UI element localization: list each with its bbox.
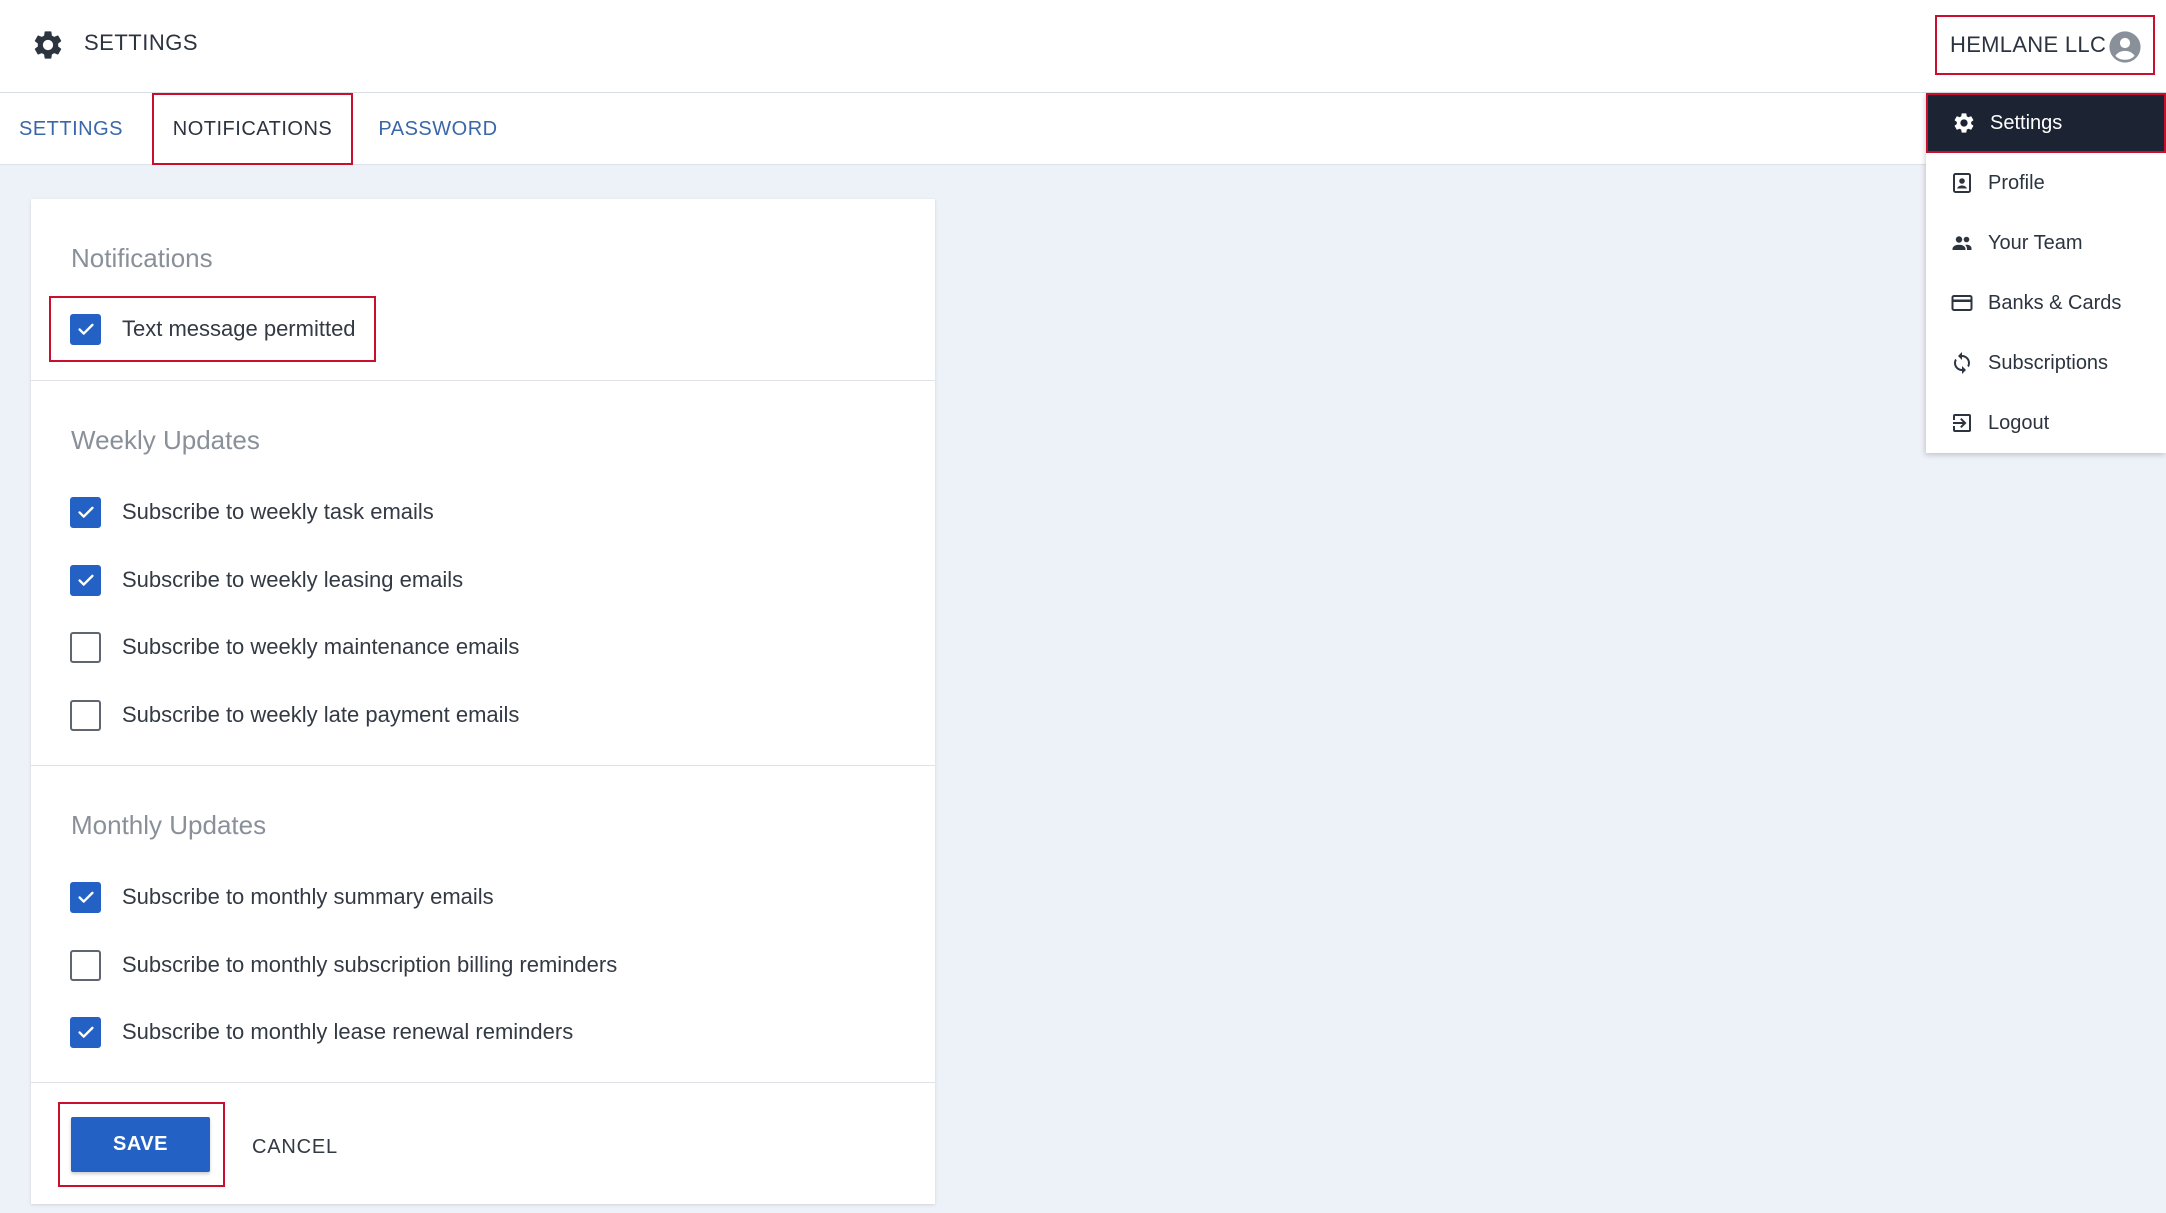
- menu-item-label: Profile: [1988, 171, 2045, 194]
- checkbox[interactable]: [70, 949, 101, 981]
- checkbox-label: Subscribe to monthly summary emails: [122, 884, 494, 909]
- checkbox-row-weekly-maintenance[interactable]: Subscribe to weekly maintenance emails: [70, 627, 519, 667]
- divider: [31, 380, 935, 381]
- account-dropdown-menu: Settings Profile Your Team Banks & Cards…: [1926, 93, 2166, 453]
- menu-item-label: Banks & Cards: [1988, 291, 2122, 314]
- checkbox-label: Subscribe to weekly leasing emails: [122, 567, 464, 592]
- checkbox-label: Subscribe to monthly subscription billin…: [122, 952, 618, 977]
- menu-item-subscriptions[interactable]: Subscriptions: [1926, 333, 2166, 393]
- checkbox[interactable]: [70, 313, 101, 345]
- check-icon: [77, 574, 94, 586]
- tab-notifications[interactable]: NOTIFICATIONS: [152, 93, 353, 165]
- section-title-weekly: Weekly Updates: [71, 425, 260, 455]
- checkbox[interactable]: [70, 496, 101, 528]
- check-icon: [77, 506, 94, 518]
- checkbox-label: Subscribe to monthly lease renewal remin…: [122, 1019, 574, 1044]
- profile-icon: [1953, 173, 1971, 193]
- sync-icon: [1954, 352, 1970, 374]
- save-highlight-outline: SAVE: [58, 1102, 225, 1187]
- menu-item-profile[interactable]: Profile: [1926, 153, 2166, 213]
- section-title-monthly: Monthly Updates: [71, 810, 267, 840]
- menu-item-settings[interactable]: Settings: [1926, 93, 2166, 153]
- menu-item-your-team[interactable]: Your Team: [1926, 213, 2166, 273]
- divider: [31, 765, 935, 766]
- logout-icon: [1953, 414, 1971, 432]
- checkbox-label: Subscribe to weekly maintenance emails: [122, 634, 520, 659]
- account-name: HEMLANE LLC: [1950, 32, 2107, 57]
- account-menu-button[interactable]: HEMLANE LLC: [1935, 15, 2155, 75]
- menu-item-banks-cards[interactable]: Banks & Cards: [1926, 273, 2166, 333]
- menu-item-label: Subscriptions: [1988, 351, 2109, 374]
- check-icon: [77, 1026, 94, 1038]
- checkbox-label: Subscribe to weekly late payment emails: [122, 702, 520, 727]
- tab-settings[interactable]: SETTINGS: [12, 93, 130, 165]
- section-title-notifications: Notifications: [71, 243, 213, 273]
- checkbox-row-monthly-billing[interactable]: Subscribe to monthly subscription billin…: [70, 945, 617, 985]
- check-icon: [77, 891, 94, 903]
- team-icon: [1952, 236, 1972, 250]
- page-title: SETTINGS: [84, 30, 199, 55]
- checkbox-row-weekly-task[interactable]: Subscribe to weekly task emails: [70, 492, 434, 532]
- check-icon: [77, 323, 94, 335]
- notifications-card: Notifications Text message permitted Wee…: [31, 199, 935, 1204]
- checkbox[interactable]: [70, 881, 101, 913]
- checkbox-row-weekly-late-payment[interactable]: Subscribe to weekly late payment emails: [70, 695, 519, 735]
- checkbox[interactable]: [70, 699, 101, 731]
- checkbox-row-monthly-summary[interactable]: Subscribe to monthly summary emails: [70, 877, 494, 917]
- checkbox-row-text-message[interactable]: Text message permitted: [70, 309, 356, 349]
- menu-item-label: Your Team: [1988, 231, 2083, 254]
- menu-item-label: Logout: [1988, 411, 2050, 434]
- checkbox-label: Text message permitted: [122, 316, 356, 341]
- menu-item-label: Settings: [1990, 111, 2063, 134]
- tab-password[interactable]: PASSWORD: [372, 93, 504, 165]
- top-header: SETTINGS HEMLANE LLC: [0, 0, 2166, 93]
- menu-item-logout[interactable]: Logout: [1926, 393, 2166, 453]
- credit-card-icon: [1951, 295, 1973, 311]
- checkbox[interactable]: [70, 1016, 101, 1048]
- checkbox[interactable]: [70, 564, 101, 596]
- checkbox-row-weekly-leasing[interactable]: Subscribe to weekly leasing emails: [70, 560, 463, 600]
- save-button[interactable]: SAVE: [71, 1117, 210, 1172]
- cancel-button[interactable]: CANCEL: [252, 1132, 338, 1162]
- divider: [31, 1082, 935, 1083]
- checkbox-row-monthly-lease-renewal[interactable]: Subscribe to monthly lease renewal remin…: [70, 1012, 573, 1052]
- gear-icon: [34, 31, 62, 59]
- checkbox[interactable]: [70, 631, 101, 663]
- checkbox-label: Subscribe to weekly task emails: [122, 499, 434, 524]
- tab-bar: SETTINGS NOTIFICATIONS PASSWORD: [0, 93, 2166, 165]
- account-circle-icon: [2109, 31, 2141, 63]
- gear-icon: [1954, 113, 1974, 133]
